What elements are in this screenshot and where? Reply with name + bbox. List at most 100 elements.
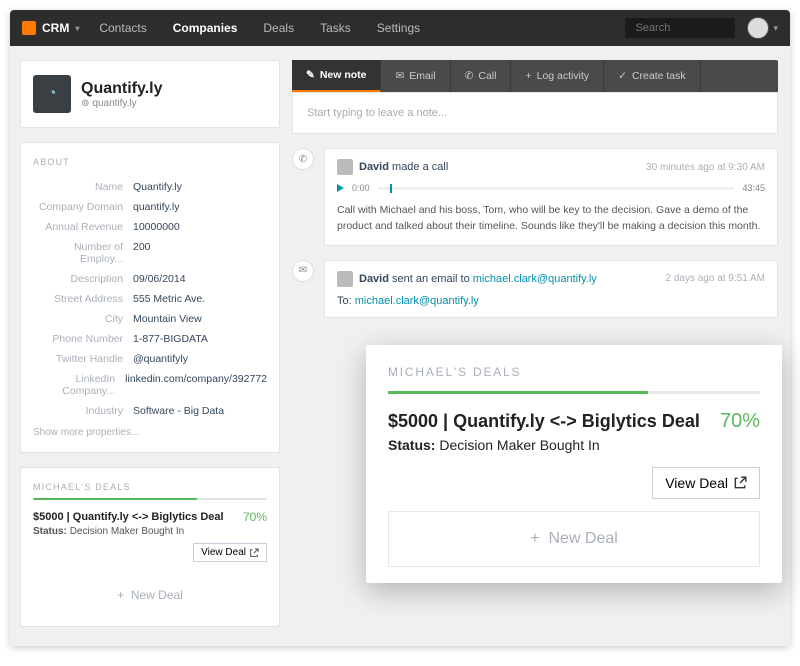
email-type-icon: ✉ xyxy=(292,260,314,282)
deals-section-label: MICHAEL'S DEALS xyxy=(33,482,267,492)
globe-icon: ⊚ xyxy=(81,98,89,109)
activity-call-card: David made a call 30 minutes ago at 9:30… xyxy=(324,148,778,246)
property-value[interactable]: linkedin.com/company/392772 xyxy=(125,373,267,385)
property-row: IndustrySoftware - Big Data xyxy=(33,401,267,421)
property-row: Number of Employ...200 xyxy=(33,237,267,269)
deals-card: MICHAEL'S DEALS $5000 | Quantify.ly <-> … xyxy=(20,467,280,627)
nav-tasks[interactable]: Tasks xyxy=(320,21,351,35)
view-deal-button[interactable]: View Deal xyxy=(193,543,267,562)
email-to-label: To: xyxy=(337,295,352,307)
user-avatar[interactable] xyxy=(747,17,769,39)
property-key: City xyxy=(33,313,133,325)
about-card: ABOUT NameQuantify.lyCompany Domainquant… xyxy=(20,142,280,453)
audio-duration: 43:45 xyxy=(742,183,765,193)
plus-icon: + xyxy=(530,530,539,547)
property-value[interactable]: quantify.ly xyxy=(133,201,267,213)
property-key: Number of Employ... xyxy=(33,241,133,265)
property-value[interactable]: Quantify.ly xyxy=(133,181,267,193)
property-row: Twitter Handle@quantifyly xyxy=(33,349,267,369)
user-menu-chevron-icon[interactable]: ▾ xyxy=(773,23,778,34)
overlay-view-deal-button[interactable]: View Deal xyxy=(652,467,760,499)
deal-percentage: 70% xyxy=(243,510,267,524)
call-notes: Call with Michael and his boss, Tom, who… xyxy=(337,203,765,235)
property-value[interactable]: 09/06/2014 xyxy=(133,273,267,285)
property-value[interactable]: 555 Metric Ave. xyxy=(133,293,267,305)
property-value[interactable]: 200 xyxy=(133,241,267,253)
property-value[interactable]: @quantifyly xyxy=(133,353,267,365)
activity-email-card: David sent an email to michael.clark@qua… xyxy=(324,260,778,318)
overlay-new-deal-button[interactable]: + New Deal xyxy=(388,511,760,567)
new-deal-button[interactable]: + New Deal xyxy=(33,578,267,612)
property-row: Street Address555 Metric Ave. xyxy=(33,289,267,309)
external-link-icon xyxy=(249,548,259,558)
property-key: Phone Number xyxy=(33,333,133,345)
nav-companies[interactable]: Companies xyxy=(173,21,238,35)
activity-tabs: ✎New note ✉Email ✆Call +Log activity ✓Cr… xyxy=(292,60,778,92)
search-input[interactable] xyxy=(625,18,735,38)
property-row: Annual Revenue10000000 xyxy=(33,217,267,237)
property-row: Description09/06/2014 xyxy=(33,269,267,289)
plus-icon: + xyxy=(525,70,531,82)
actor-name: David xyxy=(359,273,389,285)
audio-scrubber[interactable] xyxy=(378,187,735,190)
nav-contacts[interactable]: Contacts xyxy=(99,21,146,35)
nav-settings[interactable]: Settings xyxy=(377,21,420,35)
actor-avatar xyxy=(337,271,353,287)
property-key: LinkedIn Company... xyxy=(33,373,125,397)
email-recipient-link[interactable]: michael.clark@quantify.ly xyxy=(473,273,597,285)
property-row: Company Domainquantify.ly xyxy=(33,197,267,217)
check-icon: ✓ xyxy=(618,70,627,82)
tab-log-activity[interactable]: +Log activity xyxy=(511,60,604,92)
top-nav: CRM ▾ Contacts Companies Deals Tasks Set… xyxy=(10,10,790,46)
property-key: Company Domain xyxy=(33,201,133,213)
activity-time: 30 minutes ago at 9:30 AM xyxy=(646,162,765,173)
note-input[interactable]: Start typing to leave a note... xyxy=(292,92,778,134)
chevron-down-icon: ▾ xyxy=(75,24,79,33)
play-button[interactable] xyxy=(337,184,344,192)
plus-icon: + xyxy=(117,588,124,602)
tab-create-task[interactable]: ✓Create task xyxy=(604,60,701,92)
activity-action: sent an email to xyxy=(392,273,470,285)
left-panel: ◔ Quantify.ly ⊚ quantify.ly ABOUT NameQu… xyxy=(10,46,290,646)
tab-email[interactable]: ✉Email xyxy=(381,60,450,92)
property-key: Annual Revenue xyxy=(33,221,133,233)
company-name: Quantify.ly xyxy=(81,80,163,98)
property-row: Phone Number1-877-BIGDATA xyxy=(33,329,267,349)
tab-call[interactable]: ✆Call xyxy=(451,60,512,92)
deal-status: Status: Decision Maker Bought In xyxy=(33,526,267,537)
brand-label: CRM xyxy=(42,21,69,35)
phone-icon: ✆ xyxy=(465,70,474,82)
envelope-icon: ✉ xyxy=(395,70,404,82)
actor-avatar xyxy=(337,159,353,175)
email-to-link[interactable]: michael.clark@quantify.ly xyxy=(355,295,479,307)
company-header-card: ◔ Quantify.ly ⊚ quantify.ly xyxy=(20,60,280,128)
property-row: LinkedIn Company...linkedin.com/company/… xyxy=(33,369,267,401)
company-url[interactable]: ⊚ quantify.ly xyxy=(81,98,163,109)
deal-progress-bar xyxy=(33,498,267,500)
tab-new-note[interactable]: ✎New note xyxy=(292,60,381,92)
overlay-section-label: MICHAEL'S DEALS xyxy=(388,365,760,379)
property-row: NameQuantify.ly xyxy=(33,177,267,197)
nav-deals[interactable]: Deals xyxy=(263,21,294,35)
property-key: Street Address xyxy=(33,293,133,305)
overlay-deal-status: Status: Decision Maker Bought In xyxy=(388,437,760,453)
property-value[interactable]: 10000000 xyxy=(133,221,267,233)
deals-overlay: MICHAEL'S DEALS $5000 | Quantify.ly <-> … xyxy=(366,345,782,583)
property-key: Description xyxy=(33,273,133,285)
pencil-icon: ✎ xyxy=(306,69,315,81)
show-more-properties[interactable]: Show more properties... xyxy=(33,427,267,438)
property-value[interactable]: Mountain View xyxy=(133,313,267,325)
brand-logo-icon xyxy=(22,21,36,35)
actor-name: David xyxy=(359,161,389,173)
property-key: Name xyxy=(33,181,133,193)
deal-title: $5000 | Quantify.ly <-> Biglytics Deal xyxy=(33,511,224,523)
about-label: ABOUT xyxy=(33,157,267,167)
property-key: Twitter Handle xyxy=(33,353,133,365)
property-value[interactable]: Software - Big Data xyxy=(133,405,267,417)
overlay-progress-bar xyxy=(388,391,760,394)
overlay-deal-percentage: 70% xyxy=(720,410,760,433)
activity-action: made a call xyxy=(392,161,448,173)
activity-time: 2 days ago at 9:51 AM xyxy=(665,273,765,284)
brand-menu[interactable]: CRM ▾ xyxy=(22,21,79,35)
property-value[interactable]: 1-877-BIGDATA xyxy=(133,333,267,345)
